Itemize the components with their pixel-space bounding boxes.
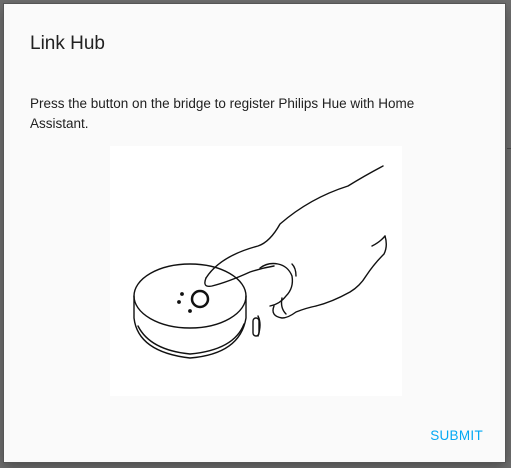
- hub-illustration: [110, 146, 402, 396]
- hand-pressing-hub-button-illustration-icon: [133, 165, 387, 359]
- dialog-title: Link Hub: [30, 33, 105, 54]
- submit-button[interactable]: SUBMIT: [430, 428, 483, 443]
- link-hub-dialog: Link Hub Press the button on the bridge …: [4, 4, 505, 462]
- dialog-message: Press the button on the bridge to regist…: [30, 96, 415, 131]
- backdrop-divider: [507, 148, 511, 149]
